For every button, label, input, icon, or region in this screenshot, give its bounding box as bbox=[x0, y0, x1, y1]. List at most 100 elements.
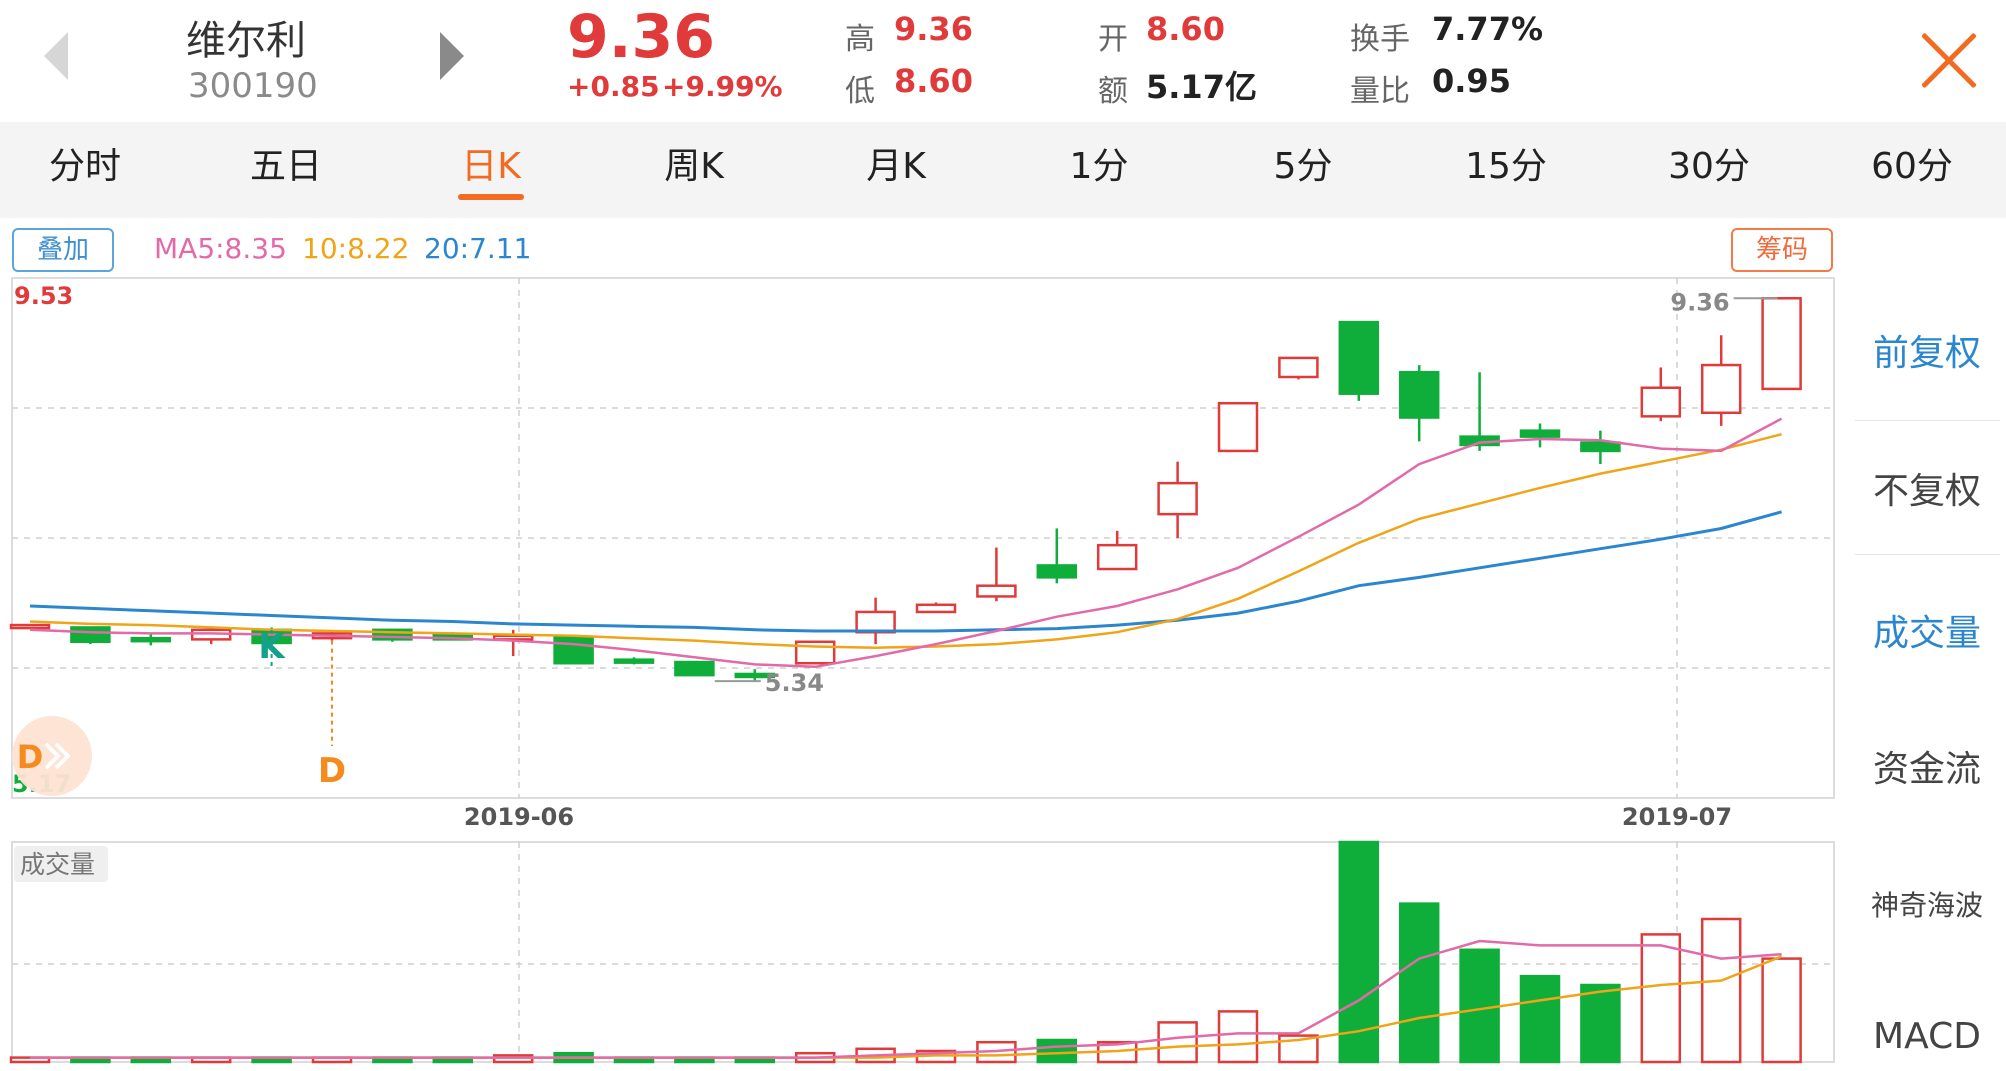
menu-divider bbox=[1855, 554, 2000, 555]
candlestick bbox=[1640, 367, 1682, 422]
price-change-percent: +9.99% bbox=[662, 70, 783, 103]
volume-bar bbox=[1459, 948, 1500, 1064]
ma5-legend: MA5:8.35 bbox=[154, 232, 287, 265]
candlestick bbox=[70, 626, 111, 645]
candlestick bbox=[1459, 372, 1500, 451]
menu-capital-flow[interactable]: 资金流 bbox=[1852, 740, 2002, 792]
volume-ratio-label: 量比 bbox=[1350, 74, 1410, 109]
volume-panel-label: 成交量 bbox=[20, 850, 95, 879]
y-axis-max-label: 9.53 bbox=[14, 282, 73, 310]
candle-body bbox=[1096, 543, 1138, 571]
volume-bar bbox=[1580, 983, 1621, 1064]
stock-name: 维尔利 bbox=[186, 18, 306, 64]
close-icon[interactable] bbox=[1918, 30, 1980, 92]
current-price: 9.36 bbox=[567, 2, 716, 72]
overlay-button[interactable]: 叠加 bbox=[12, 228, 114, 272]
next-stock-arrow-icon[interactable] bbox=[440, 32, 464, 80]
candle-body bbox=[1278, 356, 1319, 379]
tab-15min[interactable]: 15分 bbox=[1446, 122, 1566, 218]
candlestick bbox=[1761, 297, 1802, 391]
turnover-label: 换手 bbox=[1350, 22, 1410, 57]
tab-30min[interactable]: 30分 bbox=[1649, 122, 1769, 218]
kline-chart[interactable]: 2019-062019-079.535.17成交量9.365.34KDD bbox=[0, 270, 1846, 1070]
tab-intraday[interactable]: 分时 bbox=[25, 122, 145, 218]
candle-body bbox=[1398, 370, 1440, 419]
low-value: 8.60 bbox=[894, 62, 973, 100]
candle-body bbox=[130, 636, 172, 643]
tab-weekly-k[interactable]: 周K bbox=[634, 122, 754, 218]
menu-macd[interactable]: MACD bbox=[1852, 1016, 2002, 1057]
candlestick bbox=[855, 597, 896, 645]
volume-bar bbox=[1398, 902, 1440, 1064]
stock-code: 300190 bbox=[188, 66, 318, 106]
candle-body bbox=[976, 584, 1017, 598]
candle-body bbox=[1580, 441, 1621, 453]
prev-stock-arrow-icon[interactable] bbox=[44, 32, 68, 80]
turnover-value: 7.77% bbox=[1432, 10, 1544, 48]
active-tab-indicator bbox=[458, 194, 524, 200]
candlestick bbox=[976, 547, 1017, 602]
bubble-signal-d-label: D bbox=[17, 738, 44, 776]
ma10-legend: 10:8.22 bbox=[302, 232, 410, 265]
amount-label: 额 bbox=[1098, 74, 1128, 109]
candle-body bbox=[1036, 564, 1078, 579]
candle-body bbox=[1338, 320, 1380, 395]
candle-body bbox=[1761, 297, 1802, 391]
candlestick bbox=[613, 657, 655, 665]
low-label: 低 bbox=[845, 74, 875, 109]
low-marker-label: 5.34 bbox=[765, 669, 824, 697]
candlestick bbox=[553, 635, 594, 665]
volume-ma-lines bbox=[30, 939, 1783, 1059]
tab-60min[interactable]: 60分 bbox=[1852, 122, 1972, 218]
candle-body bbox=[674, 660, 715, 677]
quote-header: 维尔利 300190 9.36 +0.85 +9.99% 高 9.36 低 8.… bbox=[0, 0, 2006, 122]
x-axis-tick-label: 2019-07 bbox=[1622, 803, 1732, 831]
tab-daily-k[interactable]: 日K bbox=[431, 122, 551, 218]
high-value: 9.36 bbox=[894, 10, 973, 48]
tab-five-day[interactable]: 五日 bbox=[226, 122, 346, 218]
menu-magic-wave[interactable]: 神奇海波 bbox=[1852, 884, 2002, 924]
menu-unadjusted[interactable]: 不复权 bbox=[1852, 462, 2002, 514]
candlestick bbox=[1217, 401, 1259, 453]
x-axis-tick-label: 2019-06 bbox=[464, 803, 574, 831]
candle-body bbox=[553, 635, 594, 665]
candlestick bbox=[1157, 461, 1198, 538]
candle-body bbox=[70, 626, 111, 644]
volume-bar bbox=[1157, 1021, 1198, 1064]
tab-5min[interactable]: 5分 bbox=[1243, 122, 1363, 218]
menu-forward-adjusted[interactable]: 前复权 bbox=[1852, 324, 2002, 376]
volume-bar bbox=[1217, 1010, 1259, 1064]
volume-bars bbox=[9, 840, 1802, 1064]
candle-body bbox=[855, 610, 896, 634]
candle-body bbox=[1519, 429, 1561, 438]
amount-value: 5.17亿 bbox=[1146, 68, 1257, 106]
menu-volume[interactable]: 成交量 bbox=[1852, 604, 2002, 656]
chip-distribution-button[interactable]: 筹码 bbox=[1731, 228, 1833, 272]
volume-bar bbox=[1761, 957, 1802, 1064]
high-label: 高 bbox=[845, 22, 875, 57]
candle-body bbox=[915, 603, 957, 614]
candlestick bbox=[1700, 335, 1742, 426]
tab-1min[interactable]: 1分 bbox=[1039, 122, 1159, 218]
volume-ma5-line bbox=[30, 939, 1782, 1059]
candlestick bbox=[1036, 528, 1078, 584]
candle-body bbox=[1157, 481, 1198, 516]
chart-labels: 2019-062019-079.535.17成交量9.365.34KDD bbox=[12, 282, 1778, 882]
candle-body bbox=[1700, 363, 1742, 415]
candlestick bbox=[915, 602, 957, 614]
price-ma-lines bbox=[29, 417, 1783, 669]
candlestick bbox=[1580, 430, 1621, 465]
tab-monthly-k[interactable]: 月K bbox=[836, 122, 956, 218]
volume-bar bbox=[1640, 933, 1682, 1064]
open-label: 开 bbox=[1098, 22, 1128, 57]
open-value: 8.60 bbox=[1146, 10, 1225, 48]
candlestick bbox=[1096, 530, 1138, 571]
volume-panel-frame bbox=[11, 841, 1835, 1063]
price-change: +0.85 bbox=[567, 70, 660, 103]
candlestick bbox=[190, 627, 232, 645]
volume-ma10-line bbox=[30, 955, 1783, 1059]
candle-body bbox=[1640, 386, 1682, 418]
candlestick bbox=[130, 633, 172, 646]
volume-ratio-value: 0.95 bbox=[1432, 62, 1511, 100]
candlestick bbox=[9, 623, 51, 630]
